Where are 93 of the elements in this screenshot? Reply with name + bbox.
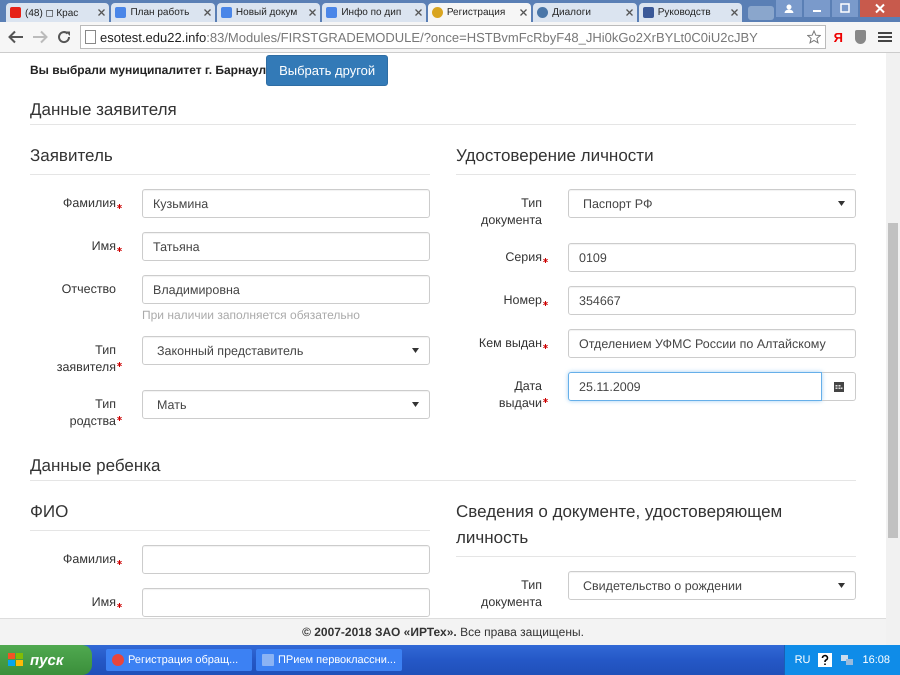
required-mark-icon <box>117 603 122 608</box>
text-field[interactable]: 354667 <box>568 286 856 315</box>
date-field[interactable]: 25.11.2009 <box>568 372 822 401</box>
text-field[interactable]: 0109 <box>568 243 856 272</box>
required-mark-icon <box>117 247 122 252</box>
field-label: Имя <box>30 588 142 617</box>
minimize-icon[interactable] <box>804 0 830 17</box>
select-field[interactable]: Свидетельство о рождении <box>568 571 856 600</box>
close-icon[interactable] <box>626 9 633 16</box>
required-mark-icon <box>543 344 548 349</box>
close-icon[interactable] <box>731 9 738 16</box>
back-arrow-icon[interactable] <box>8 30 24 44</box>
help-icon[interactable] <box>818 653 832 667</box>
star-icon[interactable] <box>806 30 821 44</box>
caret-icon <box>838 201 845 206</box>
taskbar-item[interactable]: ПРием первоклассни... <box>256 649 402 671</box>
document-icon <box>220 7 232 18</box>
caret-icon <box>412 348 419 353</box>
column-heading: Сведения о документе, удостоверяющем личность <box>456 499 856 557</box>
close-icon[interactable] <box>309 9 316 16</box>
section-heading: Данные ребенка <box>30 456 856 481</box>
copyright-text: © 2007-2018 ЗАО «ИРТех». Все права защищены. <box>302 625 584 639</box>
choose-other-button[interactable]: Выбрать другой <box>266 54 388 86</box>
required-mark-icon <box>117 204 122 209</box>
field-label: Тип родства <box>30 390 142 430</box>
browser-tab[interactable]: Инфо по дип <box>322 3 426 22</box>
text-field[interactable]: Отделением УФМС России по Алтайскому <box>568 329 856 358</box>
close-icon[interactable] <box>860 0 900 17</box>
document-icon <box>115 7 126 18</box>
required-mark-icon <box>543 301 548 306</box>
close-icon[interactable] <box>98 9 106 16</box>
field-label: Серия <box>456 243 568 272</box>
calendar-button[interactable] <box>822 372 856 401</box>
close-icon[interactable] <box>520 9 528 16</box>
required-mark-icon <box>117 362 122 367</box>
reload-icon[interactable] <box>56 29 72 45</box>
maximize-icon[interactable] <box>832 0 858 17</box>
field-label: Тип документа <box>480 577 543 611</box>
chat-icon <box>537 7 548 18</box>
text-field[interactable]: Татьяна <box>142 232 430 261</box>
field-label: Имя <box>30 232 142 261</box>
shield-icon[interactable] <box>855 30 866 44</box>
text-field[interactable] <box>142 545 430 574</box>
browser-tab[interactable]: Новый докум <box>216 3 320 22</box>
language-indicator[interactable]: RU <box>794 654 810 666</box>
taskbar-item[interactable]: Регистрация обращ... <box>106 649 252 671</box>
browser-tab[interactable]: Диалоги <box>533 3 637 22</box>
field-hint: При наличии заполняется обязательно <box>142 308 361 322</box>
required-mark-icon <box>117 560 122 565</box>
field-label: Тип заявителя <box>30 336 142 376</box>
field-label: Фамилия <box>30 545 142 574</box>
start-button[interactable]: пуск <box>0 645 92 675</box>
required-mark-icon <box>117 416 122 421</box>
section-heading: Данные заявителя <box>30 100 856 125</box>
clock: 16:08 <box>862 654 890 666</box>
text-field[interactable]: Владимировна <box>142 275 430 304</box>
play-icon <box>10 7 21 18</box>
emblem-icon <box>432 7 443 18</box>
column-heading: Удостоверение личности <box>456 143 856 175</box>
extension-button[interactable]: Я <box>834 30 843 44</box>
field-label: Отчество <box>60 281 117 298</box>
calendar-icon <box>832 380 844 392</box>
close-icon[interactable] <box>414 9 422 16</box>
address-field[interactable]: esotest.edu22.info:83/Modules/FIRSTGRADEMODULE/?once=HSTBvmFcRbyF48_JHi0kGo2XrBYLt0C0iU2cJBY <box>80 25 826 49</box>
windows-flag-icon <box>8 653 24 667</box>
browser-tab[interactable]: Регистрация <box>428 3 532 22</box>
user-icon[interactable] <box>776 0 802 17</box>
select-field[interactable]: Законный представитель <box>142 336 430 365</box>
column-heading: ФИО <box>30 499 430 531</box>
scrollbar[interactable] <box>886 53 900 645</box>
column-heading: Заявитель <box>30 143 430 175</box>
browser-tab[interactable]: Руководств <box>638 3 742 22</box>
shield-icon <box>642 7 654 18</box>
field-label: Номер <box>456 286 568 315</box>
required-mark-icon <box>543 258 548 263</box>
field-label: Фамилия <box>30 189 142 218</box>
caret-icon <box>838 583 845 588</box>
text-field[interactable]: Кузьмина <box>142 189 430 218</box>
field-label: Кем выдан <box>456 329 568 358</box>
close-icon[interactable] <box>204 9 211 16</box>
menu-icon[interactable] <box>878 31 892 43</box>
network-icon[interactable] <box>840 653 854 667</box>
field-label: Тип документа <box>480 195 543 229</box>
field-label: Дата выдачи <box>456 372 568 412</box>
document-icon <box>326 7 338 18</box>
text-field[interactable] <box>142 588 430 617</box>
select-field[interactable]: Мать <box>142 390 430 419</box>
required-mark-icon <box>543 398 548 403</box>
municipality-text: Вы выбрали муниципалитет г. Барнаул <box>30 63 266 77</box>
browser-tab[interactable]: План работь <box>111 3 215 22</box>
select-field[interactable]: Паспорт РФ <box>568 189 856 218</box>
caret-icon <box>412 402 419 407</box>
browser-tab[interactable]: (48) ◻ Крас <box>6 3 110 22</box>
